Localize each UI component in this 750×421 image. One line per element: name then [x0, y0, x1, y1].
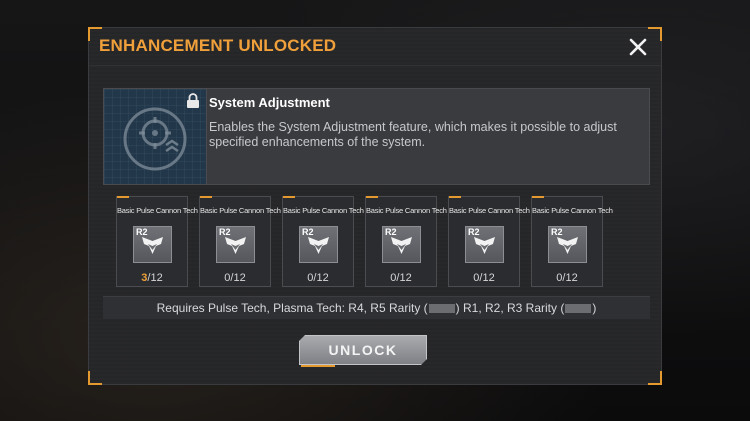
requirement-text: Requires Pulse Tech, Plasma Tech: R4, R5… [103, 296, 650, 319]
tech-progress: 0/12 [366, 272, 436, 284]
lock-icon [187, 93, 199, 108]
feature-title: System Adjustment [209, 95, 330, 110]
tech-rank: R2 [136, 227, 148, 237]
feature-description: Enables the System Adjustment feature, w… [209, 120, 617, 149]
tech-progress-total: /12 [479, 272, 495, 284]
tech-progress: 0/12 [532, 272, 602, 284]
close-button[interactable] [627, 36, 649, 58]
tech-icon: R2 [299, 226, 338, 263]
tech-progress: 0/12 [449, 272, 519, 284]
tech-icon: R2 [382, 226, 421, 263]
tech-card[interactable]: Basic Pulse Cannon Tech R2 3/12 [116, 196, 198, 287]
tech-progress-total: /12 [562, 272, 578, 284]
corner-accent [648, 27, 662, 41]
tech-icon: R2 [133, 226, 172, 263]
tech-name: Basic Pulse Cannon Tech [283, 206, 364, 215]
dialog-title: ENHANCEMENT UNLOCKED [99, 36, 337, 55]
tech-rank: R2 [385, 227, 397, 237]
tech-name: Basic Pulse Cannon Tech [449, 206, 530, 215]
tech-progress: 0/12 [200, 272, 270, 284]
tech-rank: R2 [302, 227, 314, 237]
tech-icon: R2 [216, 226, 255, 263]
card-accent [200, 196, 212, 198]
tech-icon: R2 [548, 226, 587, 263]
tech-rank: R2 [468, 227, 480, 237]
system-adjustment-icon [104, 89, 207, 184]
corner-accent [88, 371, 102, 385]
tech-name: Basic Pulse Cannon Tech [532, 206, 613, 215]
requirement-part: Requires Pulse Tech, Plasma Tech: R4, R5… [156, 301, 428, 315]
tech-name: Basic Pulse Cannon Tech [117, 206, 198, 215]
tech-name: Basic Pulse Cannon Tech [200, 206, 281, 215]
tech-card[interactable]: Basic Pulse Cannon Tech R2 0/12 [199, 196, 281, 287]
card-accent [283, 196, 295, 198]
tech-name: Basic Pulse Cannon Tech [366, 206, 447, 215]
tech-progress-total: /12 [147, 272, 163, 284]
unlock-button[interactable]: UNLOCK [299, 335, 427, 365]
card-accent [117, 196, 129, 198]
tech-card[interactable]: Basic Pulse Cannon Tech R2 0/12 [448, 196, 530, 287]
tech-icon: R2 [465, 226, 504, 263]
enhancement-dialog: ENHANCEMENT UNLOCKED System Adjustment E… [88, 27, 662, 385]
tech-progress: 0/12 [283, 272, 353, 284]
card-accent [366, 196, 378, 198]
tech-progress-total: /12 [313, 272, 329, 284]
corner-accent [648, 371, 662, 385]
tech-card[interactable]: Basic Pulse Cannon Tech R2 0/12 [531, 196, 613, 287]
header-divider [89, 65, 661, 66]
tech-progress-total: /12 [396, 272, 412, 284]
rarity-chip [428, 304, 455, 314]
tech-progress: 3/12 [117, 272, 187, 284]
requirement-part: ) [592, 301, 597, 315]
card-accent [532, 196, 544, 198]
button-accent [301, 365, 335, 367]
requirement-part: ) R1, R2, R3 Rarity ( [455, 301, 565, 315]
rarity-chip [565, 304, 592, 314]
close-icon [629, 38, 647, 56]
card-accent [449, 196, 461, 198]
tech-card[interactable]: Basic Pulse Cannon Tech R2 0/12 [365, 196, 447, 287]
feature-panel: System Adjustment Enables the System Adj… [103, 88, 650, 185]
tech-card[interactable]: Basic Pulse Cannon Tech R2 0/12 [282, 196, 364, 287]
tech-rank: R2 [551, 227, 563, 237]
tech-progress-total: /12 [230, 272, 246, 284]
tech-rank: R2 [219, 227, 231, 237]
